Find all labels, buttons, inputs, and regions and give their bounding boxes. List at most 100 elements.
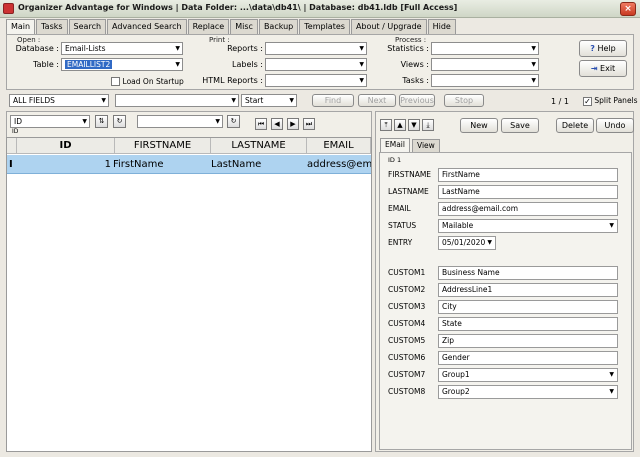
custom4-field[interactable]: State (438, 317, 618, 331)
database-select[interactable]: Email-Lists ▼ (61, 42, 183, 55)
tab-search[interactable]: Search (68, 19, 107, 34)
split-panels-label: Split Panels (594, 96, 638, 105)
tab-replace[interactable]: Replace (187, 19, 230, 34)
tab-tasks[interactable]: Tasks (36, 19, 68, 34)
tab-main[interactable]: Main (6, 19, 36, 35)
main-tabs: Main Tasks Search Advanced Search Replac… (6, 19, 457, 35)
next-record-button[interactable]: ▶ (287, 118, 299, 130)
exit-button[interactable]: ⇥ Exit (579, 60, 627, 77)
search-field-select[interactable]: ALL FIELDS ▼ (9, 94, 109, 107)
help-button[interactable]: ? Help (579, 40, 627, 57)
chevron-down-icon: ▼ (531, 77, 536, 84)
email-field[interactable]: address@email.com (438, 202, 618, 216)
load-on-startup-row[interactable]: Load On Startup (111, 77, 184, 86)
custom7-select[interactable]: Group1 ▼ (438, 368, 618, 382)
previous-button[interactable]: Previous (399, 94, 435, 107)
move-bottom-button[interactable]: ⤓ (422, 119, 434, 131)
chevron-down-icon: ▼ (101, 97, 106, 104)
save-button[interactable]: Save (501, 118, 539, 133)
close-button[interactable]: × (620, 2, 636, 16)
cell-id[interactable]: 1 (17, 156, 111, 174)
chevron-down-icon: ▼ (531, 61, 536, 68)
labels-select[interactable]: ▼ (265, 58, 367, 71)
load-on-startup-checkbox[interactable] (111, 77, 120, 86)
refresh-filter-button[interactable]: ↻ (227, 115, 240, 128)
delete-button[interactable]: Delete (556, 118, 594, 133)
load-on-startup-label: Load On Startup (122, 77, 184, 86)
search-text-input[interactable]: ▼ (115, 94, 239, 107)
database-value: Email-Lists (65, 44, 106, 53)
find-button[interactable]: Find (312, 94, 354, 107)
new-button[interactable]: New (460, 118, 498, 133)
sort-direction-button[interactable]: ⇅ (95, 115, 108, 128)
tab-templates[interactable]: Templates (299, 19, 350, 34)
last-record-button[interactable]: ⏭ (303, 118, 315, 130)
entry-date-picker[interactable]: 05/01/2020 ▼ (438, 236, 496, 250)
custom2-label: CUSTOM2 (388, 285, 426, 294)
split-panels-row[interactable]: Split Panels (583, 96, 638, 106)
first-record-button[interactable]: ⏮ (255, 118, 267, 130)
move-up-button[interactable]: ▲ (394, 119, 406, 131)
column-header-id[interactable]: ID (17, 138, 115, 154)
next-button[interactable]: Next (358, 94, 396, 107)
chevron-down-icon: ▼ (175, 45, 180, 52)
html-reports-select[interactable]: ▼ (265, 74, 367, 87)
previous-record-icon: ◀ (274, 120, 280, 128)
table-select[interactable]: EMAILLIST2 ▼ (61, 58, 183, 71)
search-mode-value: Start (245, 96, 264, 105)
tab-hide[interactable]: Hide (427, 19, 456, 34)
chevron-down-icon: ▼ (289, 97, 294, 104)
column-header-lastname[interactable]: LASTNAME (211, 138, 307, 154)
records-grid: ID FIRSTNAME LASTNAME EMAIL I 1 FirstNam… (6, 137, 372, 452)
column-header-firstname[interactable]: FIRSTNAME (115, 138, 211, 154)
tab-email[interactable]: EMail (380, 138, 410, 152)
chevron-down-icon: ▼ (531, 45, 536, 52)
database-label: Database : (15, 44, 59, 53)
move-top-button[interactable]: ⤒ (380, 119, 392, 131)
tab-about-upgrade[interactable]: About / Upgrade (350, 19, 427, 34)
filter-select[interactable]: ▼ (137, 115, 223, 128)
views-select[interactable]: ▼ (431, 58, 539, 71)
cell-email[interactable]: address@email.com (307, 156, 371, 174)
custom2-field[interactable]: AddressLine1 (438, 283, 618, 297)
status-select[interactable]: Mailable ▼ (438, 219, 618, 233)
sort-arrows-icon: ⇅ (98, 117, 105, 125)
cell-firstname[interactable]: FirstName (113, 156, 209, 174)
search-mode-select[interactable]: Start ▼ (241, 94, 297, 107)
record-detail-panel: ⤒ ▲ ▼ ⤓ New Save Delete Undo EMail View … (375, 111, 634, 452)
tab-backup[interactable]: Backup (258, 19, 299, 34)
move-top-icon: ⤒ (384, 121, 388, 129)
tasks-select[interactable]: ▼ (431, 74, 539, 87)
custom8-select[interactable]: Group2 ▼ (438, 385, 618, 399)
firstname-field[interactable]: FirstName (438, 168, 618, 182)
custom3-label: CUSTOM3 (388, 302, 426, 311)
custom3-field[interactable]: City (438, 300, 618, 314)
lastname-field[interactable]: LastName (438, 185, 618, 199)
statistics-select[interactable]: ▼ (431, 42, 539, 55)
column-header-email[interactable]: EMAIL (307, 138, 371, 154)
move-up-icon: ▲ (397, 121, 403, 129)
custom6-field[interactable]: Gender (438, 351, 618, 365)
record-count: 1 / 1 (551, 97, 569, 106)
custom1-field[interactable]: Business Name (438, 266, 618, 280)
tab-view[interactable]: View (412, 139, 440, 152)
custom5-field[interactable]: Zip (438, 334, 618, 348)
sort-field-select[interactable]: ID ▼ (10, 115, 90, 128)
undo-button[interactable]: Undo (596, 118, 634, 133)
tab-misc[interactable]: Misc (230, 19, 258, 34)
tab-advanced-search[interactable]: Advanced Search (107, 19, 187, 34)
first-record-icon: ⏮ (257, 120, 265, 128)
cell-lastname[interactable]: LastName (211, 156, 307, 174)
chevron-down-icon: ▼ (609, 371, 614, 378)
reports-label: Reports : (227, 44, 263, 53)
split-panels-checkbox[interactable] (583, 96, 592, 106)
move-down-button[interactable]: ▼ (408, 119, 420, 131)
previous-record-button[interactable]: ◀ (271, 118, 283, 130)
refresh-sort-button[interactable]: ↻ (113, 115, 126, 128)
reports-select[interactable]: ▼ (265, 42, 367, 55)
move-down-icon: ▼ (411, 121, 417, 129)
labels-label: Labels : (232, 60, 263, 69)
help-label: Help (597, 44, 616, 53)
move-bottom-icon: ⤓ (426, 121, 430, 129)
stop-button[interactable]: Stop (444, 94, 484, 107)
